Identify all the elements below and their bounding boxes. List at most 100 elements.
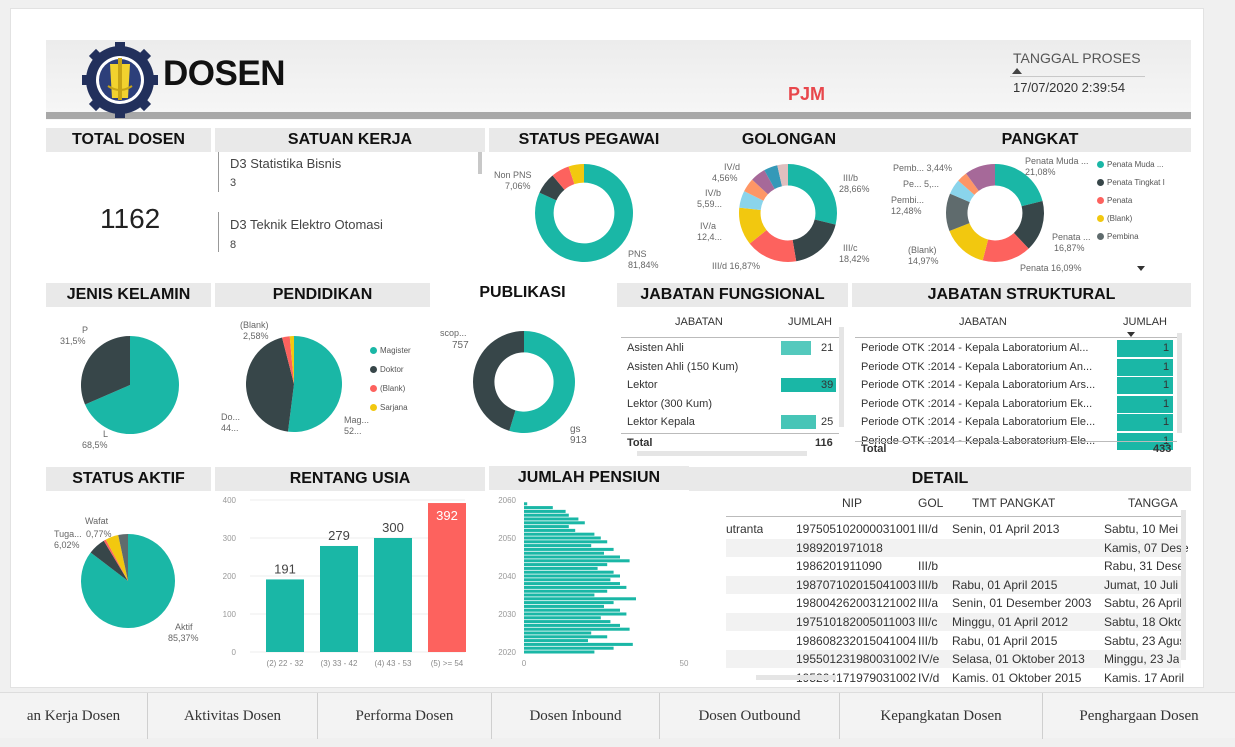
table-cell[interactable]: 1989201971018 bbox=[796, 539, 883, 557]
legend-item[interactable]: Doktor bbox=[370, 365, 404, 374]
table-cell[interactable]: 198004262003121002 bbox=[796, 594, 916, 612]
satuan-kerja-item-name[interactable]: D3 Statistika Bisnis bbox=[230, 156, 341, 171]
column-header[interactable]: JABATAN bbox=[675, 313, 723, 331]
table-cell[interactable]: 25 bbox=[821, 413, 833, 431]
pangkat-donut[interactable] bbox=[945, 163, 1045, 263]
table-cell[interactable]: Periode OTK :2014 - Kepala Laboratorium … bbox=[861, 339, 1113, 357]
jumlah-pensiun-bar-chart[interactable]: 2020 2030 2040 2050 2060 0 50 bbox=[490, 492, 700, 674]
legend-item[interactable]: Penata bbox=[1097, 196, 1132, 205]
legend-item[interactable]: Pembina bbox=[1097, 232, 1139, 241]
rentang-usia-bar-chart[interactable]: 0 100 200 300 400 191 (2) 22 - 32 279 (3) 33 - 4… bbox=[218, 492, 470, 674]
vertical-scrollbar[interactable] bbox=[1177, 333, 1182, 433]
table-cell[interactable]: Lektor Kepala bbox=[627, 413, 695, 431]
sort-up-icon[interactable] bbox=[1012, 68, 1022, 74]
bar-2025[interactable] bbox=[524, 631, 592, 635]
table-cell[interactable]: 1 bbox=[1163, 358, 1169, 376]
table-cell[interactable]: Kamis, 01 Oktober 2015 bbox=[952, 669, 1081, 682]
chevron-down-icon[interactable] bbox=[1137, 266, 1145, 271]
table-cell[interactable]: Periode OTK :2014 - Kepala Laboratorium … bbox=[861, 395, 1113, 413]
table-cell[interactable]: Sabtu, 23 Agus bbox=[1104, 632, 1185, 650]
bar-2053[interactable] bbox=[524, 525, 569, 529]
table-cell[interactable]: Asisten Ahli (150 Kum) bbox=[627, 358, 738, 376]
bar-2032[interactable] bbox=[524, 604, 604, 608]
satuan-kerja-item-name[interactable]: D3 Teknik Elektro Otomasi bbox=[230, 217, 383, 232]
bar-2049[interactable] bbox=[524, 540, 608, 544]
bar-2038[interactable] bbox=[524, 582, 620, 586]
tab-dosen-inbound[interactable]: Dosen Inbound bbox=[492, 693, 660, 739]
table-cell[interactable]: Minggu, 23 Ja bbox=[1104, 650, 1179, 668]
pendidikan-pie[interactable] bbox=[245, 335, 343, 433]
table-cell[interactable]: 198608232015041004 bbox=[796, 632, 916, 650]
column-header[interactable]: GOL bbox=[918, 494, 943, 512]
bar-2035[interactable] bbox=[524, 593, 595, 597]
bar-(3) 33 - 42[interactable] bbox=[320, 545, 358, 652]
column-header[interactable]: JUMLAH bbox=[788, 313, 832, 331]
table-cell[interactable]: 198707102015041003 bbox=[796, 576, 916, 594]
bar-2056[interactable] bbox=[524, 513, 569, 517]
table-cell[interactable]: Asisten Ahli bbox=[627, 339, 684, 357]
bar-2021[interactable] bbox=[524, 646, 614, 650]
bar-2044[interactable] bbox=[524, 559, 630, 563]
table-cell[interactable]: 197510182005011003 bbox=[796, 613, 915, 631]
bar-2036[interactable] bbox=[524, 589, 608, 593]
table-cell[interactable]: Selasa, 01 Oktober 2013 bbox=[952, 650, 1085, 668]
bar-(2) 22 - 32[interactable] bbox=[266, 579, 304, 652]
legend-item[interactable]: (Blank) bbox=[1097, 214, 1132, 223]
pie-slice-III/b[interactable] bbox=[788, 164, 837, 225]
table-cell[interactable]: Rabu, 01 April 2015 bbox=[952, 576, 1057, 594]
table-cell[interactable]: 1 bbox=[1163, 339, 1169, 357]
bar-2026[interactable] bbox=[524, 627, 630, 631]
table-cell[interactable]: 195501231980031002 bbox=[796, 650, 916, 668]
table-cell[interactable]: Senin, 01 April 2013 bbox=[952, 520, 1059, 538]
table-cell[interactable]: 197505102000031001 bbox=[796, 520, 916, 538]
horizontal-scrollbar[interactable] bbox=[637, 451, 807, 456]
bar-2045[interactable] bbox=[524, 555, 620, 559]
table-cell[interactable]: Periode OTK :2014 - Kepala Laboratorium … bbox=[861, 413, 1113, 431]
table-cell[interactable]: 1 bbox=[1163, 413, 1169, 431]
bar-2033[interactable] bbox=[524, 601, 614, 605]
bar-2037[interactable] bbox=[524, 585, 627, 589]
table-cell[interactable]: Rabu, 01 April 2015 bbox=[952, 632, 1057, 650]
legend-item[interactable]: Penata Muda ... bbox=[1097, 160, 1163, 169]
bar-2050[interactable] bbox=[524, 536, 601, 540]
table-cell[interactable]: III/d bbox=[918, 520, 938, 538]
bar-2059[interactable] bbox=[524, 502, 528, 506]
bar-2055[interactable] bbox=[524, 517, 579, 521]
table-cell[interactable]: Sabtu, 18 Okto bbox=[1104, 613, 1184, 631]
table-cell[interactable]: 1 bbox=[1163, 395, 1169, 413]
table-cell[interactable]: 21 bbox=[821, 339, 833, 357]
legend-item[interactable]: Magister bbox=[370, 346, 411, 355]
table-cell[interactable]: Kamis, 17 April bbox=[1104, 669, 1184, 682]
legend-item[interactable]: Sarjana bbox=[370, 403, 408, 412]
column-header[interactable]: TANGGA bbox=[1128, 494, 1178, 512]
bar-2041[interactable] bbox=[524, 570, 614, 574]
bar-2027[interactable] bbox=[524, 623, 620, 627]
bar-2034[interactable] bbox=[524, 597, 636, 601]
golongan-donut[interactable] bbox=[738, 163, 838, 263]
bar-2024[interactable] bbox=[524, 635, 608, 639]
bar-2054[interactable] bbox=[524, 521, 585, 525]
table-cell[interactable]: Periode OTK :2014 - Kepala Laboratorium … bbox=[861, 358, 1113, 376]
table-cell[interactable]: 1986201911090 bbox=[796, 557, 882, 575]
table-cell[interactable]: III/a bbox=[918, 594, 938, 612]
vertical-scrollbar[interactable] bbox=[1181, 510, 1186, 660]
bar-2052[interactable] bbox=[524, 528, 576, 532]
bar-2023[interactable] bbox=[524, 639, 588, 643]
table-cell[interactable]: Sabtu, 26 April bbox=[1104, 594, 1182, 612]
bar-2020[interactable] bbox=[524, 650, 595, 654]
bar-2040[interactable] bbox=[524, 574, 620, 578]
table-cell[interactable]: Periode OTK :2014 - Kepala Laboratorium … bbox=[861, 376, 1113, 394]
tab-kerja-dosen[interactable]: an Kerja Dosen bbox=[0, 693, 148, 739]
bar-(5) >= 54[interactable] bbox=[428, 503, 466, 652]
tab-kepangkatan-dosen[interactable]: Kepangkatan Dosen bbox=[840, 693, 1043, 739]
table-cell[interactable]: Minggu, 01 April 2012 bbox=[952, 613, 1068, 631]
bar-2030[interactable] bbox=[524, 612, 627, 616]
table-cell[interactable]: III/c bbox=[918, 613, 937, 631]
pie-slice-Magister[interactable] bbox=[287, 336, 342, 432]
column-header[interactable]: NIP bbox=[842, 494, 862, 512]
table-cell[interactable]: IV/e bbox=[918, 650, 939, 668]
vertical-scrollbar[interactable] bbox=[839, 327, 844, 427]
table-cell[interactable]: Lektor bbox=[627, 376, 658, 394]
bar-2028[interactable] bbox=[524, 620, 611, 624]
column-header[interactable]: TMT PANGKAT bbox=[972, 494, 1055, 512]
